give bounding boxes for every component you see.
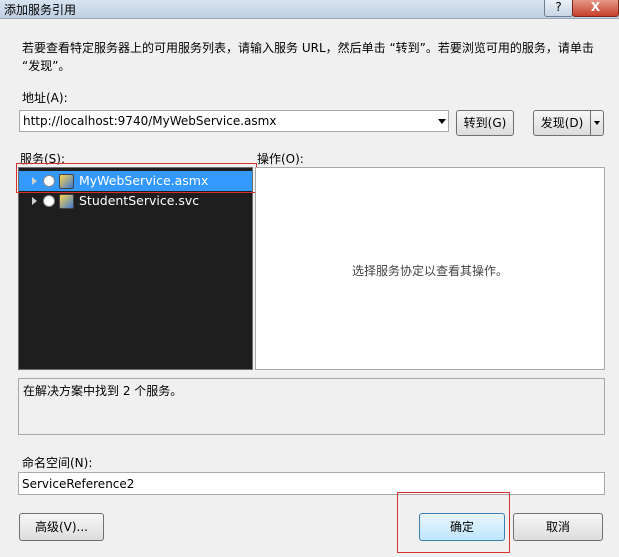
chevron-down-icon	[594, 121, 600, 125]
gear-icon	[43, 195, 55, 207]
window-title: 添加服务引用	[4, 3, 77, 17]
status-text: 在解决方案中找到 2 个服务。	[23, 384, 183, 398]
web-service-icon	[59, 194, 74, 209]
title-bar: 添加服务引用 ? X	[0, 0, 619, 19]
status-panel: 在解决方案中找到 2 个服务。	[18, 378, 605, 435]
highlight-box-service	[16, 163, 257, 193]
namespace-input[interactable]: ServiceReference2	[18, 472, 605, 495]
address-value[interactable]: http://localhost:9740/MyWebService.asmx	[23, 114, 276, 128]
help-button[interactable]: ?	[544, 0, 573, 17]
advanced-button[interactable]: 高级(V)...	[19, 513, 104, 541]
dropdown-arrow-icon[interactable]	[438, 119, 446, 124]
discover-dropdown-button[interactable]	[591, 110, 604, 136]
close-button[interactable]: X	[572, 0, 619, 17]
namespace-label: 命名空间(N):	[22, 456, 93, 470]
address-label: 地址(A):	[22, 91, 68, 105]
address-combo[interactable]: http://localhost:9740/MyWebService.asmx	[19, 110, 449, 132]
namespace-value[interactable]: ServiceReference2	[22, 477, 134, 491]
go-button[interactable]: 转到(G)	[456, 110, 514, 136]
operations-label: 操作(O):	[257, 152, 304, 166]
expand-arrow-icon[interactable]	[32, 197, 37, 205]
highlight-box-ok	[397, 492, 510, 553]
instructions-text: 若要查看特定服务器上的可用服务列表，请输入服务 URL，然后单击 “转到”。若要…	[22, 41, 594, 73]
operations-list[interactable]: 选择服务协定以查看其操作。	[255, 167, 605, 370]
discover-button[interactable]: 发现(D)	[533, 110, 591, 136]
tree-item-label: StudentService.svc	[79, 193, 200, 208]
services-tree[interactable]: MyWebService.asmx StudentService.svc	[18, 167, 253, 370]
tree-item-studentservice[interactable]: StudentService.svc	[19, 191, 252, 211]
cancel-button[interactable]: 取消	[513, 513, 603, 541]
operations-empty-text: 选择服务协定以查看其操作。	[351, 264, 508, 278]
